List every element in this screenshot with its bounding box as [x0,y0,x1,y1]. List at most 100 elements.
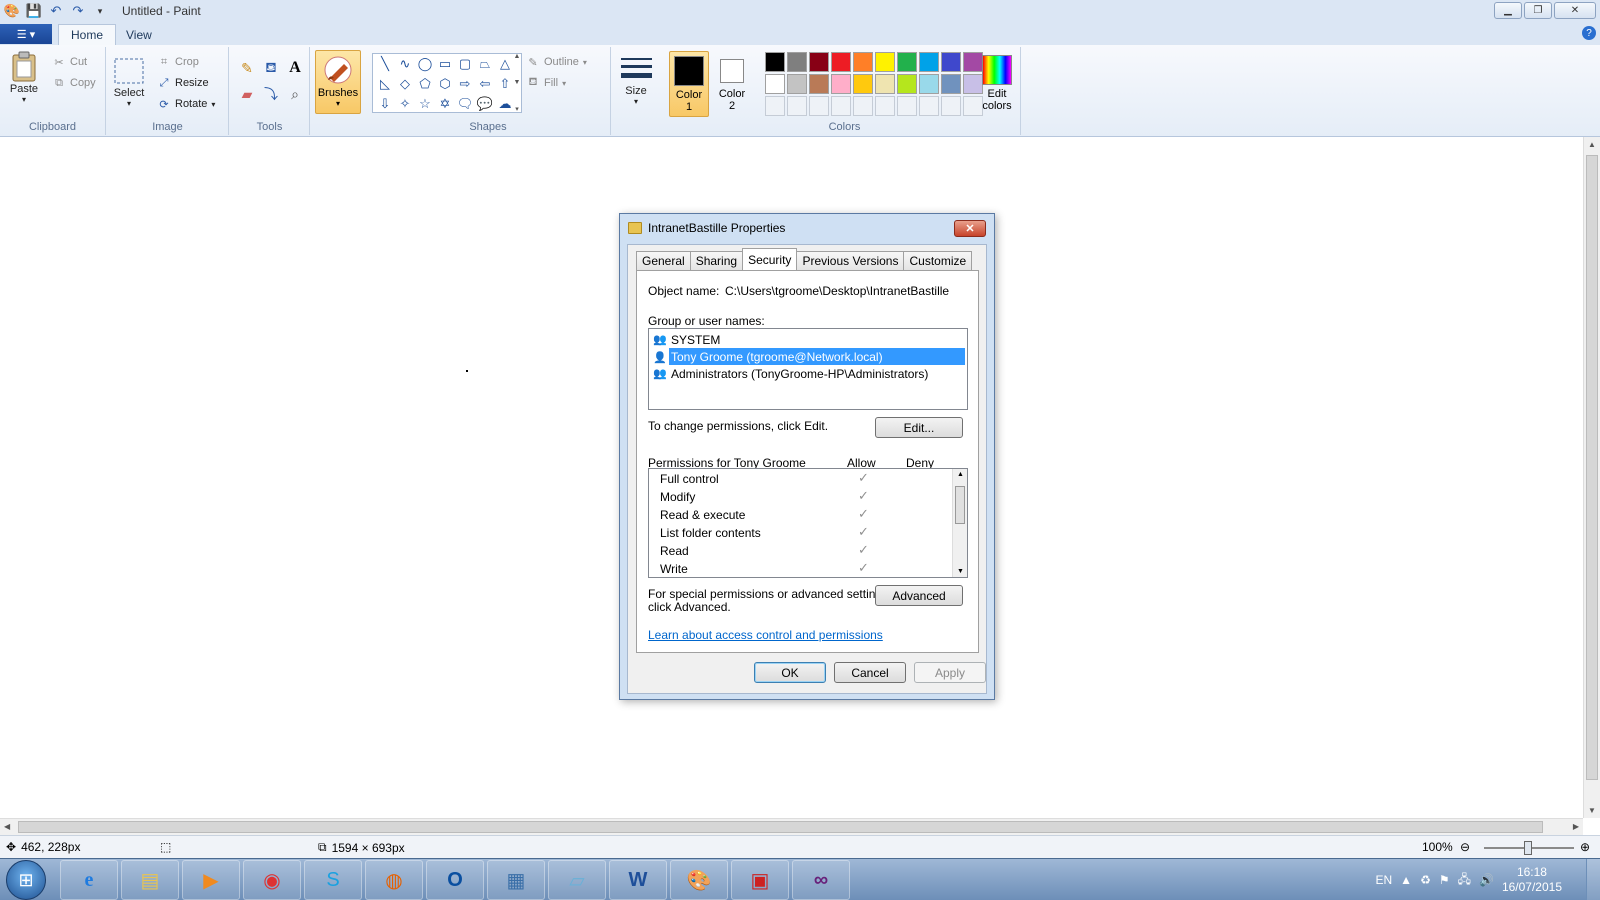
dialog-close-button[interactable]: ✕ [954,220,986,237]
minimize-button[interactable]: ▁ [1494,2,1522,19]
zoom-slider-thumb[interactable] [1524,841,1532,855]
chrome-icon[interactable]: ◉ [243,860,301,900]
save-icon[interactable]: 💾 [26,3,42,19]
user-item-administrators[interactable]: 👥 Administrators (TonyGroome-HP\Administ… [649,365,967,382]
clock[interactable]: 16:18 16/07/2015 [1502,865,1562,895]
internet-explorer-icon[interactable]: e [60,860,118,900]
outlook-icon[interactable]: O [426,860,484,900]
rotate-button[interactable]: ⟳ Rotate ▾ [157,95,215,113]
network-icon[interactable]: 🖧 [1458,870,1471,891]
palette-swatch[interactable] [897,52,917,72]
palette-swatch-empty[interactable] [875,96,895,116]
palette-swatch-empty[interactable] [787,96,807,116]
palette-swatch-empty[interactable] [853,96,873,116]
paint-app-icon[interactable]: 🎨 [4,3,20,19]
palette-swatch[interactable] [919,74,939,94]
pencil-icon[interactable]: ✎ [236,57,258,79]
zoom-out-icon[interactable]: ⊖ [1460,840,1470,854]
scroll-left-arrow-icon[interactable]: ◀ [4,822,10,831]
color2-button[interactable]: Color 2 [712,51,752,117]
size-button[interactable]: Size ▾ [620,53,652,106]
action-center-flag-icon[interactable]: ⚑ [1439,873,1450,887]
palette-swatch[interactable] [831,52,851,72]
oval-shape-icon[interactable]: ◯ [415,54,435,74]
hexagon-shape-icon[interactable]: ⬡ [435,74,455,94]
curve-shape-icon[interactable]: ∿ [395,54,415,74]
undo-icon[interactable]: ↶ [48,3,64,19]
tab-general[interactable]: General [636,251,691,270]
pentagon-shape-icon[interactable]: ⬠ [415,74,435,94]
palette-swatch-empty[interactable] [765,96,785,116]
color1-button[interactable]: Color 1 [669,51,709,117]
permissions-scroll-thumb[interactable] [955,486,965,524]
apply-button[interactable]: Apply [914,662,986,683]
media-player-icon[interactable]: ▶ [182,860,240,900]
brushes-button[interactable]: Brushes ▾ [315,50,361,114]
palette-swatch[interactable] [809,74,829,94]
palette-swatch[interactable] [897,74,917,94]
select-button[interactable]: Select ▾ [113,55,145,108]
cancel-button[interactable]: Cancel [834,662,906,683]
language-indicator[interactable]: EN [1376,873,1393,887]
palette-swatch-empty[interactable] [809,96,829,116]
fill-button[interactable]: ⛾ Fill ▾ [526,74,567,92]
palette-swatch[interactable] [787,74,807,94]
user-item-tony-groome[interactable]: Tony Groome (tgroome@Network.local) [669,348,965,365]
palette-swatch[interactable] [919,52,939,72]
four-point-star-shape-icon[interactable]: ✧ [395,94,415,114]
volume-icon[interactable]: 🔊 [1479,873,1494,887]
palette-swatch[interactable] [875,52,895,72]
learn-access-control-link[interactable]: Learn about access control and permissio… [648,628,883,642]
scroll-down-arrow-icon[interactable]: ▼ [1588,806,1596,815]
virtualbox-icon[interactable]: ▣ [731,860,789,900]
rounded-rectangle-shape-icon[interactable]: ▢ [455,54,475,74]
polygon-shape-icon[interactable]: ⏢ [475,54,495,74]
oval-callout-shape-icon[interactable]: 💬 [475,94,495,114]
close-button[interactable]: ✕ [1554,2,1596,19]
tab-home[interactable]: Home [58,24,117,45]
copy-button[interactable]: ⧉ Copy [52,74,96,92]
shapes-scroll[interactable]: ▲ ▼ ▾ [512,53,522,113]
rounded-callout-shape-icon[interactable]: 🗨 [455,94,475,114]
scroll-down-arrow-icon[interactable]: ▼ [957,568,964,575]
diamond-shape-icon[interactable]: ◇ [395,74,415,94]
paste-button[interactable]: Paste ▾ [8,51,40,104]
paint-taskbar-icon[interactable]: 🎨 [670,860,728,900]
palette-swatch[interactable] [831,74,851,94]
horizontal-scrollbar[interactable]: ◀ ▶ [0,818,1583,835]
line-shape-icon[interactable]: ╲ [375,54,395,74]
palette-swatch[interactable] [941,74,961,94]
scroll-right-arrow-icon[interactable]: ▶ [1573,822,1579,831]
palette-swatch[interactable] [853,52,873,72]
notepad-icon[interactable]: ▱ [548,860,606,900]
palette-swatch-empty[interactable] [831,96,851,116]
file-explorer-icon[interactable]: ▤ [121,860,179,900]
user-item-system[interactable]: 👥 SYSTEM [649,331,967,348]
zoom-slider[interactable] [1484,841,1574,855]
cut-button[interactable]: ✂ Cut [52,53,87,71]
palette-swatch-empty[interactable] [919,96,939,116]
down-arrow-shape-icon[interactable]: ⇩ [375,94,395,114]
horizontal-scroll-thumb[interactable] [18,821,1543,833]
palette-swatch-empty[interactable] [941,96,961,116]
user-list[interactable]: 👥 SYSTEM 👤 Tony Groome (tgroome@Network.… [648,328,968,410]
tab-view[interactable]: View [114,24,164,45]
advanced-button[interactable]: Advanced [875,585,963,606]
palette-swatch-empty[interactable] [897,96,917,116]
permissions-scrollbar[interactable]: ▲ ▼ [952,469,967,577]
palette-swatch[interactable] [765,52,785,72]
maximize-button[interactable]: ❐ [1524,2,1552,19]
palette-swatch[interactable] [941,52,961,72]
palette-swatch[interactable] [765,74,785,94]
fill-bucket-icon[interactable]: ⛾ [260,57,282,79]
vertical-scrollbar[interactable]: ▲ ▼ [1583,137,1600,818]
redo-icon[interactable]: ↷ [70,3,86,19]
word-icon[interactable]: W [609,860,667,900]
ok-button[interactable]: OK [754,662,826,683]
outline-button[interactable]: ✎ Outline ▾ [526,53,586,71]
firefox-icon[interactable]: ◍ [365,860,423,900]
resize-button[interactable]: ⤢ Resize [157,74,209,92]
show-hidden-icons-icon[interactable]: ▲ [1400,873,1412,887]
network-app-icon[interactable]: ▦ [487,860,545,900]
eraser-icon[interactable]: ▰ [236,83,258,105]
